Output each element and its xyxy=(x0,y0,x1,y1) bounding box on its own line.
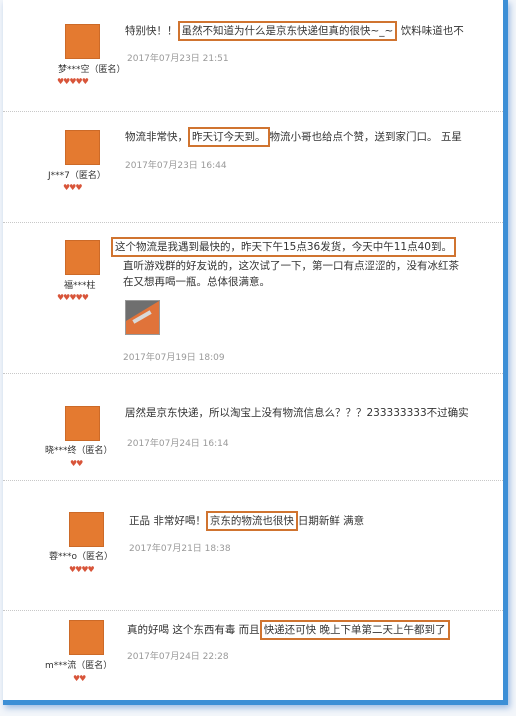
highlight-box: 这个物流是我遇到最快的，昨天下午15点36发货，今天中午11点40到。 xyxy=(111,237,456,257)
highlight-box: 快递还可快 晚上下单第二天上午都到了 xyxy=(259,620,450,640)
review-text-line: 在又想再喝一瓶。总体很满意。 xyxy=(123,276,270,288)
review-text-plain: 物流非常快， xyxy=(125,131,188,143)
review-text: 正品 非常好喝！ 京东的物流也很快 日期新鲜 满意 xyxy=(129,511,365,531)
review-text-plain: 居然是京东快递，所以淘宝上没有物流信息么？？？233333333不过确实 xyxy=(125,407,469,419)
avatar[interactable] xyxy=(69,620,104,655)
review-date: 2017年07月24日 16:14 xyxy=(127,439,229,449)
rating-hearts: ♥♥♥♥♥ xyxy=(57,77,89,86)
review-text-plain: 日期新鲜 满意 xyxy=(297,515,365,527)
highlight-box: 昨天订今天到。 xyxy=(188,127,270,147)
review-photo-thumbnail[interactable] xyxy=(125,300,160,335)
review-date: 2017年07月19日 18:09 xyxy=(123,353,225,363)
review-text-plain: 饮料味道也不 xyxy=(397,25,464,37)
review-text-plain: 真的好喝 这个东西有毒 而且 xyxy=(127,624,260,636)
highlight-box: 虽然不知道为什么是京东快递但真的很快~_~ xyxy=(177,21,398,41)
username: J***7（匿名） xyxy=(48,171,106,181)
username: 福***柱 xyxy=(64,281,96,291)
review-date: 2017年07月21日 18:38 xyxy=(129,544,231,554)
review-text: 这个物流是我遇到最快的，昨天下午15点36发货，今天中午11点40到。 xyxy=(111,237,456,257)
review-date: 2017年07月24日 22:28 xyxy=(127,652,229,662)
avatar[interactable] xyxy=(65,24,100,59)
username: 蓉***o（匿名） xyxy=(49,552,114,562)
username: m***流（匿名） xyxy=(45,661,113,671)
review-text-plain: 物流小哥也给点个赞，送到家门口。 五星 xyxy=(269,131,462,143)
review-text-line: 直听游戏群的好友说的，这次试了一下，第一口有点涩涩的，没有冰红茶 xyxy=(123,260,459,272)
divider xyxy=(3,222,503,223)
rating-hearts: ♥♥♥♥♥ xyxy=(57,293,89,302)
review-text: 物流非常快， 昨天订今天到。 物流小哥也给点个赞，送到家门口。 五星 xyxy=(125,127,462,147)
avatar[interactable] xyxy=(65,406,100,441)
avatar[interactable] xyxy=(69,512,104,547)
rating-hearts: ♥♥ xyxy=(70,459,83,468)
review-text: 真的好喝 这个东西有毒 而且 快递还可快 晚上下单第二天上午都到了 xyxy=(127,620,450,640)
avatar[interactable] xyxy=(65,240,100,275)
review-date: 2017年07月23日 16:44 xyxy=(125,161,227,171)
divider xyxy=(3,610,503,611)
divider xyxy=(3,111,503,112)
rating-hearts: ♥♥♥ xyxy=(63,183,82,192)
review-text: 居然是京东快递，所以淘宝上没有物流信息么？？？233333333不过确实 xyxy=(125,405,469,422)
username: 晓***终（匿名） xyxy=(45,446,113,456)
review-text: 特别快！！ 虽然不知道为什么是京东快递但真的很快~_~ 饮料味道也不 xyxy=(125,21,464,41)
avatar[interactable] xyxy=(65,130,100,165)
rating-hearts: ♥♥♥♥ xyxy=(69,565,95,574)
review-date: 2017年07月23日 21:51 xyxy=(127,54,229,64)
review-list: 梦***空（匿名） ♥♥♥♥♥ 特别快！！ 虽然不知道为什么是京东快递但真的很快~… xyxy=(3,0,508,705)
highlight-box: 京东的物流也很快 xyxy=(205,511,298,531)
review-text-plain: 正品 非常好喝！ xyxy=(129,515,206,527)
divider xyxy=(3,480,503,481)
review-text-plain: 特别快！！ xyxy=(125,25,178,37)
divider xyxy=(3,373,503,374)
username: 梦***空（匿名） xyxy=(58,65,126,75)
rating-hearts: ♥♥ xyxy=(73,674,86,683)
